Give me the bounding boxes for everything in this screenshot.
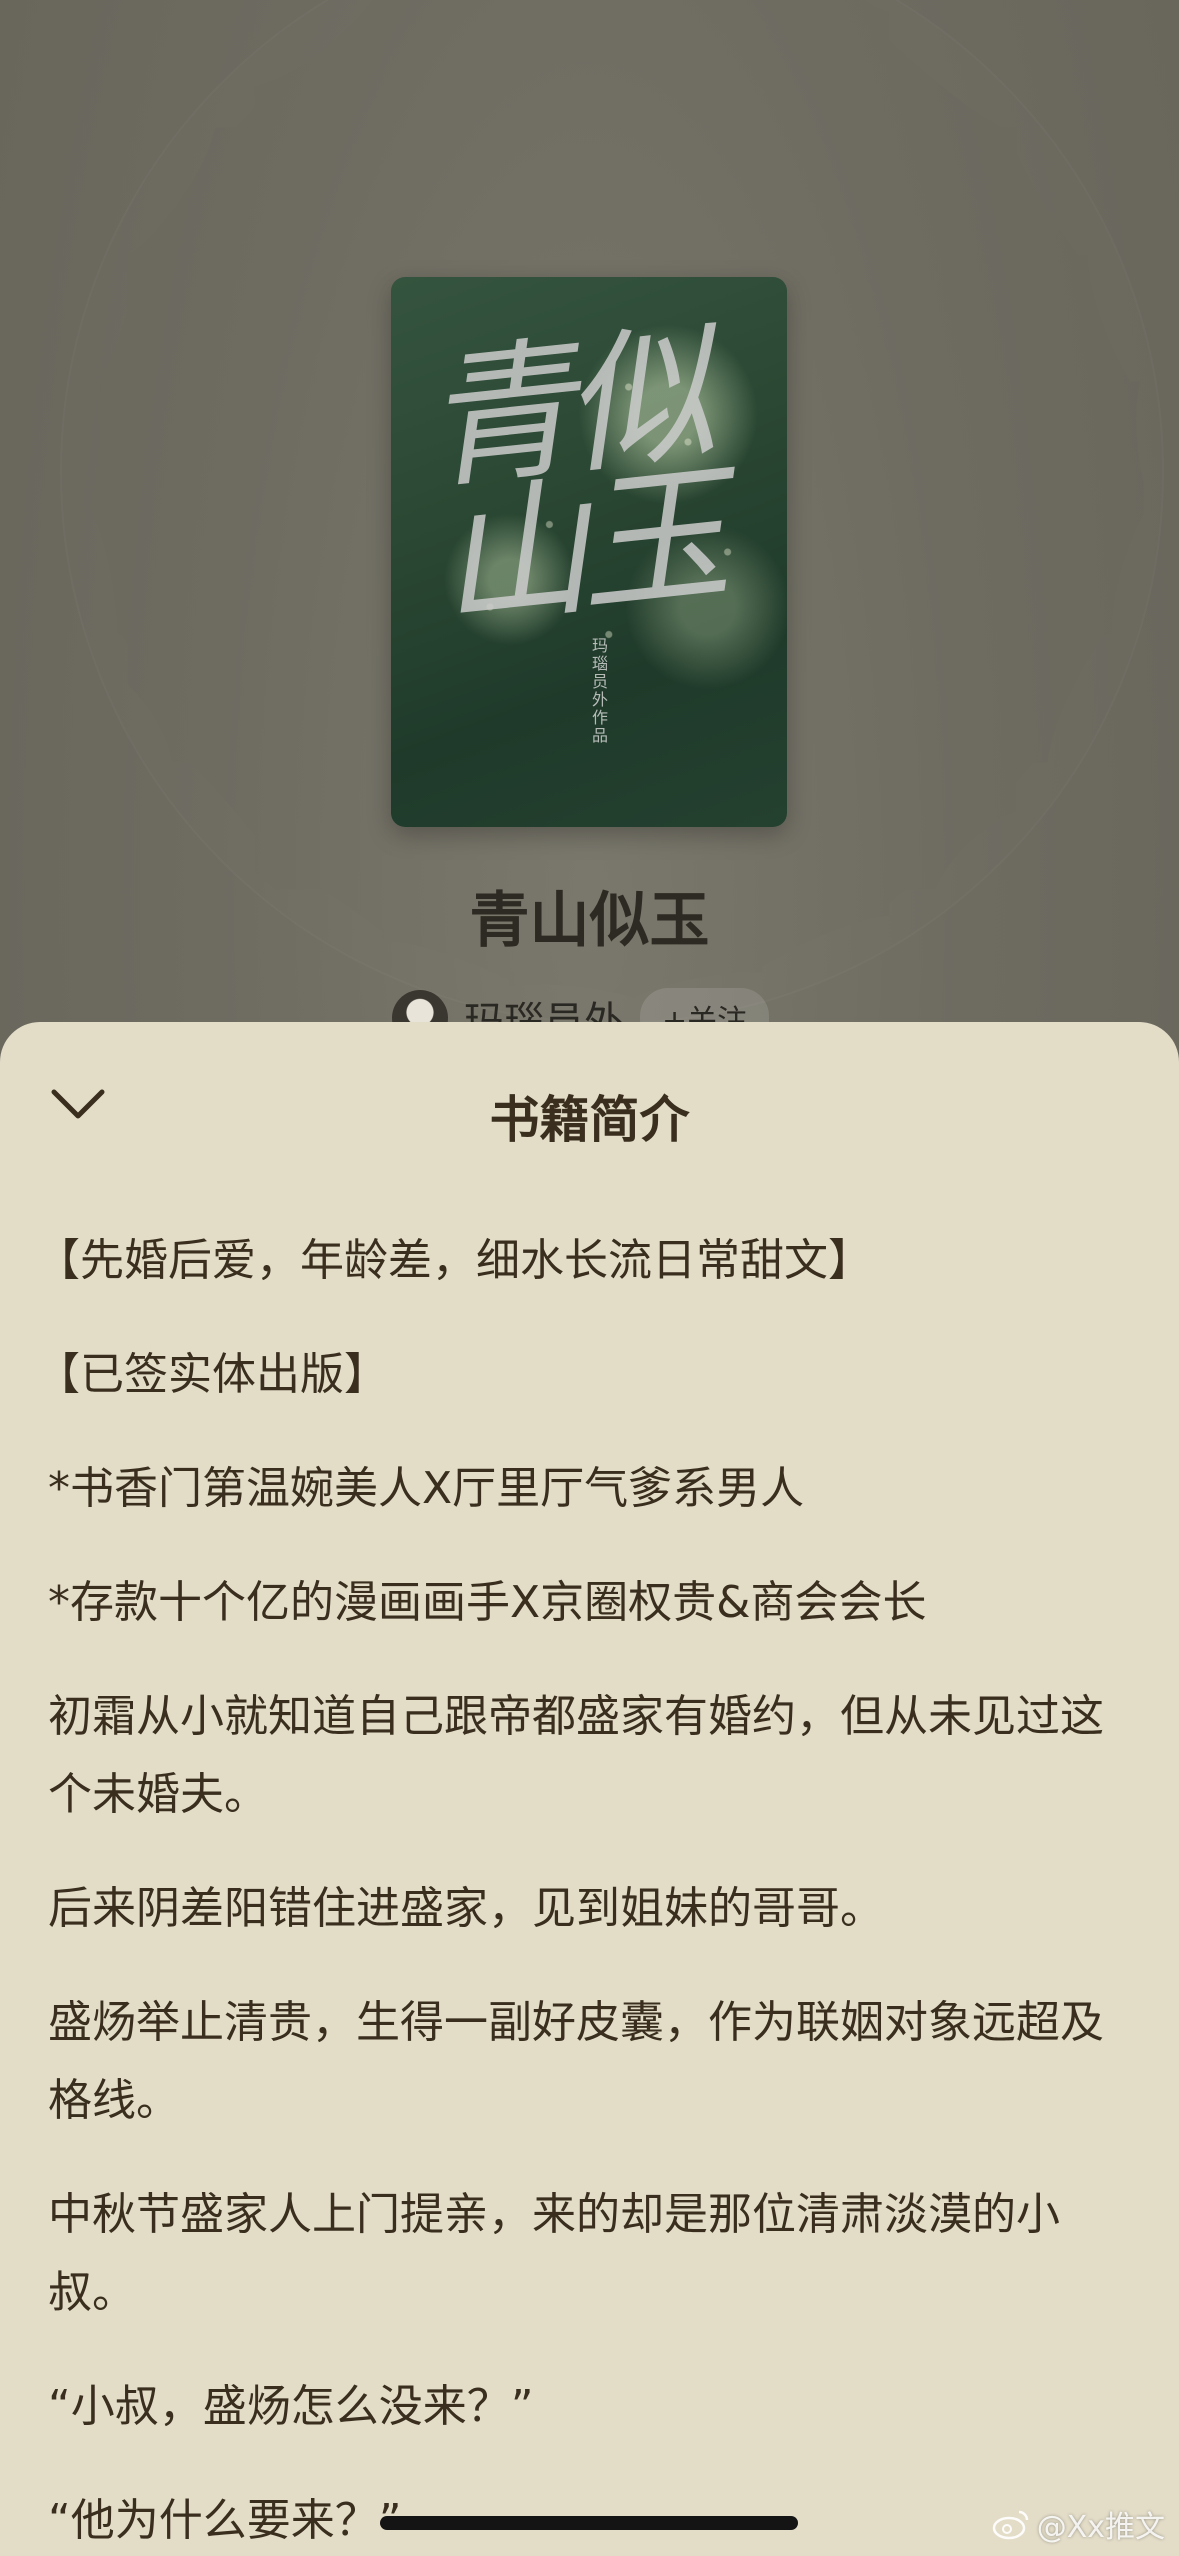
synopsis-paragraph: 【已签实体出版】 bbox=[36, 1349, 388, 1400]
synopsis-paragraph: 盛炀举止清贵，生得一副好皮囊，作为联姻对象远超及格线。 bbox=[48, 1997, 1104, 2126]
cover-title-calligraphy: 青似山玉 bbox=[415, 308, 727, 650]
sheet-title: 书籍简介 bbox=[489, 1091, 690, 1149]
synopsis-paragraph: 【先婚后爱，年龄差，细水长流日常甜文】 bbox=[36, 1235, 872, 1286]
synopsis-paragraph: “小叔，盛炀怎么没来？” bbox=[48, 2381, 534, 2432]
synopsis-paragraph: *书香门第温婉美人X厅里厅气爹系男人 bbox=[48, 1463, 805, 1514]
watermark: @Xx推文 bbox=[991, 2502, 1165, 2546]
sheet-header: 书籍简介 bbox=[0, 1022, 1179, 1162]
cover-author-text: 玛瑙员外作品 bbox=[589, 637, 608, 745]
synopsis-paragraph: 后来阴差阳错住进盛家，见到姐妹的哥哥。 bbox=[48, 1883, 884, 1934]
synopsis-body[interactable]: 【先婚后爱，年龄差，细水长流日常甜文】 【已签实体出版】 *书香门第温婉美人X厅… bbox=[36, 1222, 1128, 2556]
synopsis-paragraph: *存款十个亿的漫画画手X京圈权贵&商会会长 bbox=[48, 1577, 927, 1628]
synopsis-paragraph: 中秋节盛家人上门提亲，来的却是那位清肃淡漠的小叔。 bbox=[48, 2189, 1060, 2318]
watermark-text: @Xx推文 bbox=[1036, 2510, 1165, 2545]
book-cover[interactable]: 青似山玉 玛瑙员外作品 bbox=[391, 277, 787, 827]
book-intro-sheet: 书籍简介 【先婚后爱，年龄差，细水长流日常甜文】 【已签实体出版】 *书香门第温… bbox=[0, 1022, 1179, 2556]
weibo-icon bbox=[991, 2508, 1031, 2540]
book-title: 青山似玉 bbox=[469, 886, 710, 956]
home-indicator[interactable] bbox=[380, 2516, 798, 2530]
synopsis-paragraph: 初霜从小就知道自己跟帝都盛家有婚约，但从未见过这个未婚夫。 bbox=[48, 1691, 1104, 1820]
